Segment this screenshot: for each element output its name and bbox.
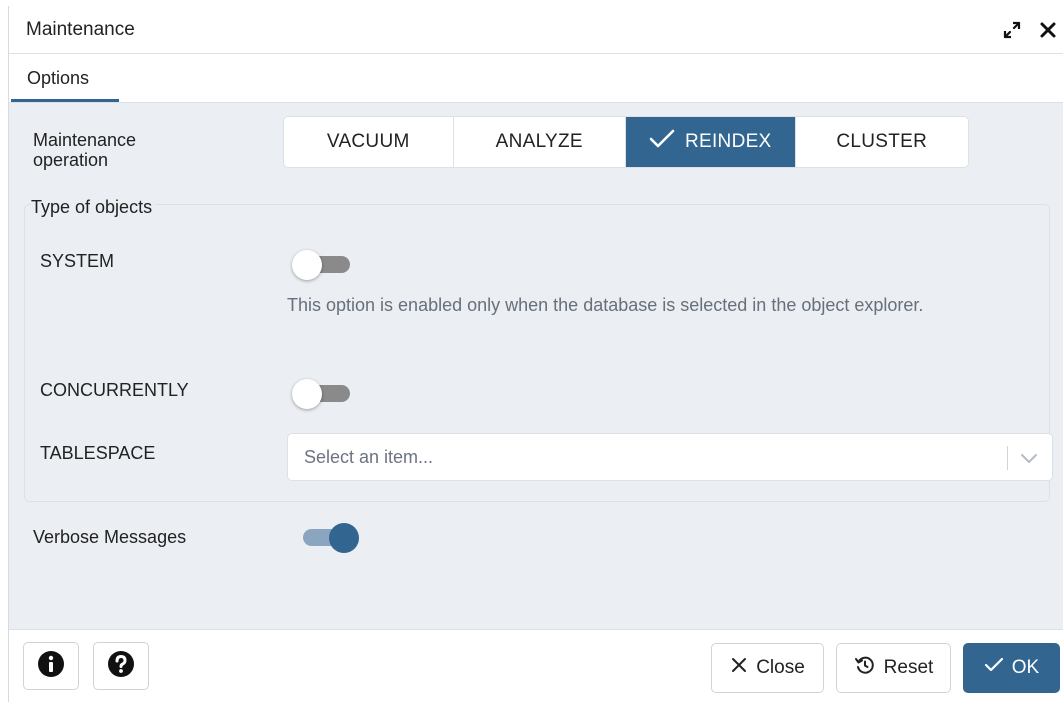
chevron-down-icon[interactable] [1016,446,1042,470]
concurrently-toggle[interactable] [292,375,352,411]
tablespace-select[interactable]: Select an item... [287,433,1053,481]
close-icon[interactable] [1035,16,1061,44]
tab-options-label: Options [27,68,90,88]
vacuum-option[interactable]: VACUUM [284,117,454,167]
tablespace-label: TABLESPACE [40,443,156,463]
type-of-objects-legend: Type of objects [31,197,156,218]
system-label: SYSTEM [40,251,115,271]
ok-check-icon [984,657,1004,679]
ok-button-label: OK [1011,657,1040,678]
close-button[interactable]: Close [711,643,824,693]
system-help-text: This option is enabled only when the dat… [287,295,924,315]
tab-bar: Options [9,55,1063,103]
info-icon [37,650,65,683]
verbose-messages-toggle-knob [329,523,359,553]
cluster-option[interactable]: CLUSTER [796,117,969,167]
reindex-option-label: REINDEX [684,131,772,152]
check-icon [649,129,675,155]
dialog-titlebar[interactable]: Maintenance [9,6,1063,54]
reindex-option[interactable]: REINDEX [626,117,796,167]
help-icon [107,650,135,683]
concurrently-toggle-knob [292,379,322,409]
system-toggle[interactable] [292,246,352,282]
maintenance-operation-selector: VACUUM ANALYZE REINDEX CLUSTER [283,116,969,168]
help-button[interactable] [93,642,149,690]
concurrently-label: CONCURRENTLY [40,380,189,400]
reset-icon [854,654,876,682]
expand-icon[interactable] [999,16,1025,44]
verbose-messages-toggle[interactable] [299,519,359,555]
tab-options[interactable]: Options [11,55,119,103]
dialog-footer: Close Reset OK [9,629,1063,702]
tablespace-select-placeholder: Select an item... [304,447,434,467]
analyze-option-label: ANALYZE [495,131,583,152]
reset-button[interactable]: Reset [836,643,951,693]
dialog-body: Maintenance operation VACUUM ANALYZE REI… [9,103,1063,629]
reset-button-label: Reset [883,657,934,678]
maintenance-dialog: Maintenance Options Maintenance operatio… [8,6,1063,702]
vacuum-option-label: VACUUM [326,131,410,152]
analyze-option[interactable]: ANALYZE [454,117,626,167]
ok-button[interactable]: OK [963,643,1060,693]
dialog-title: Maintenance [26,19,135,40]
select-separator [1007,446,1008,470]
close-button-label: Close [756,657,805,678]
close-button-icon [730,656,748,680]
cluster-option-label: CLUSTER [836,131,928,152]
system-toggle-knob [292,250,322,280]
verbose-messages-label: Verbose Messages [33,527,187,547]
active-tab-indicator [11,99,119,102]
maintenance-operation-label: Maintenance operation [33,130,137,170]
info-button[interactable] [23,642,79,690]
